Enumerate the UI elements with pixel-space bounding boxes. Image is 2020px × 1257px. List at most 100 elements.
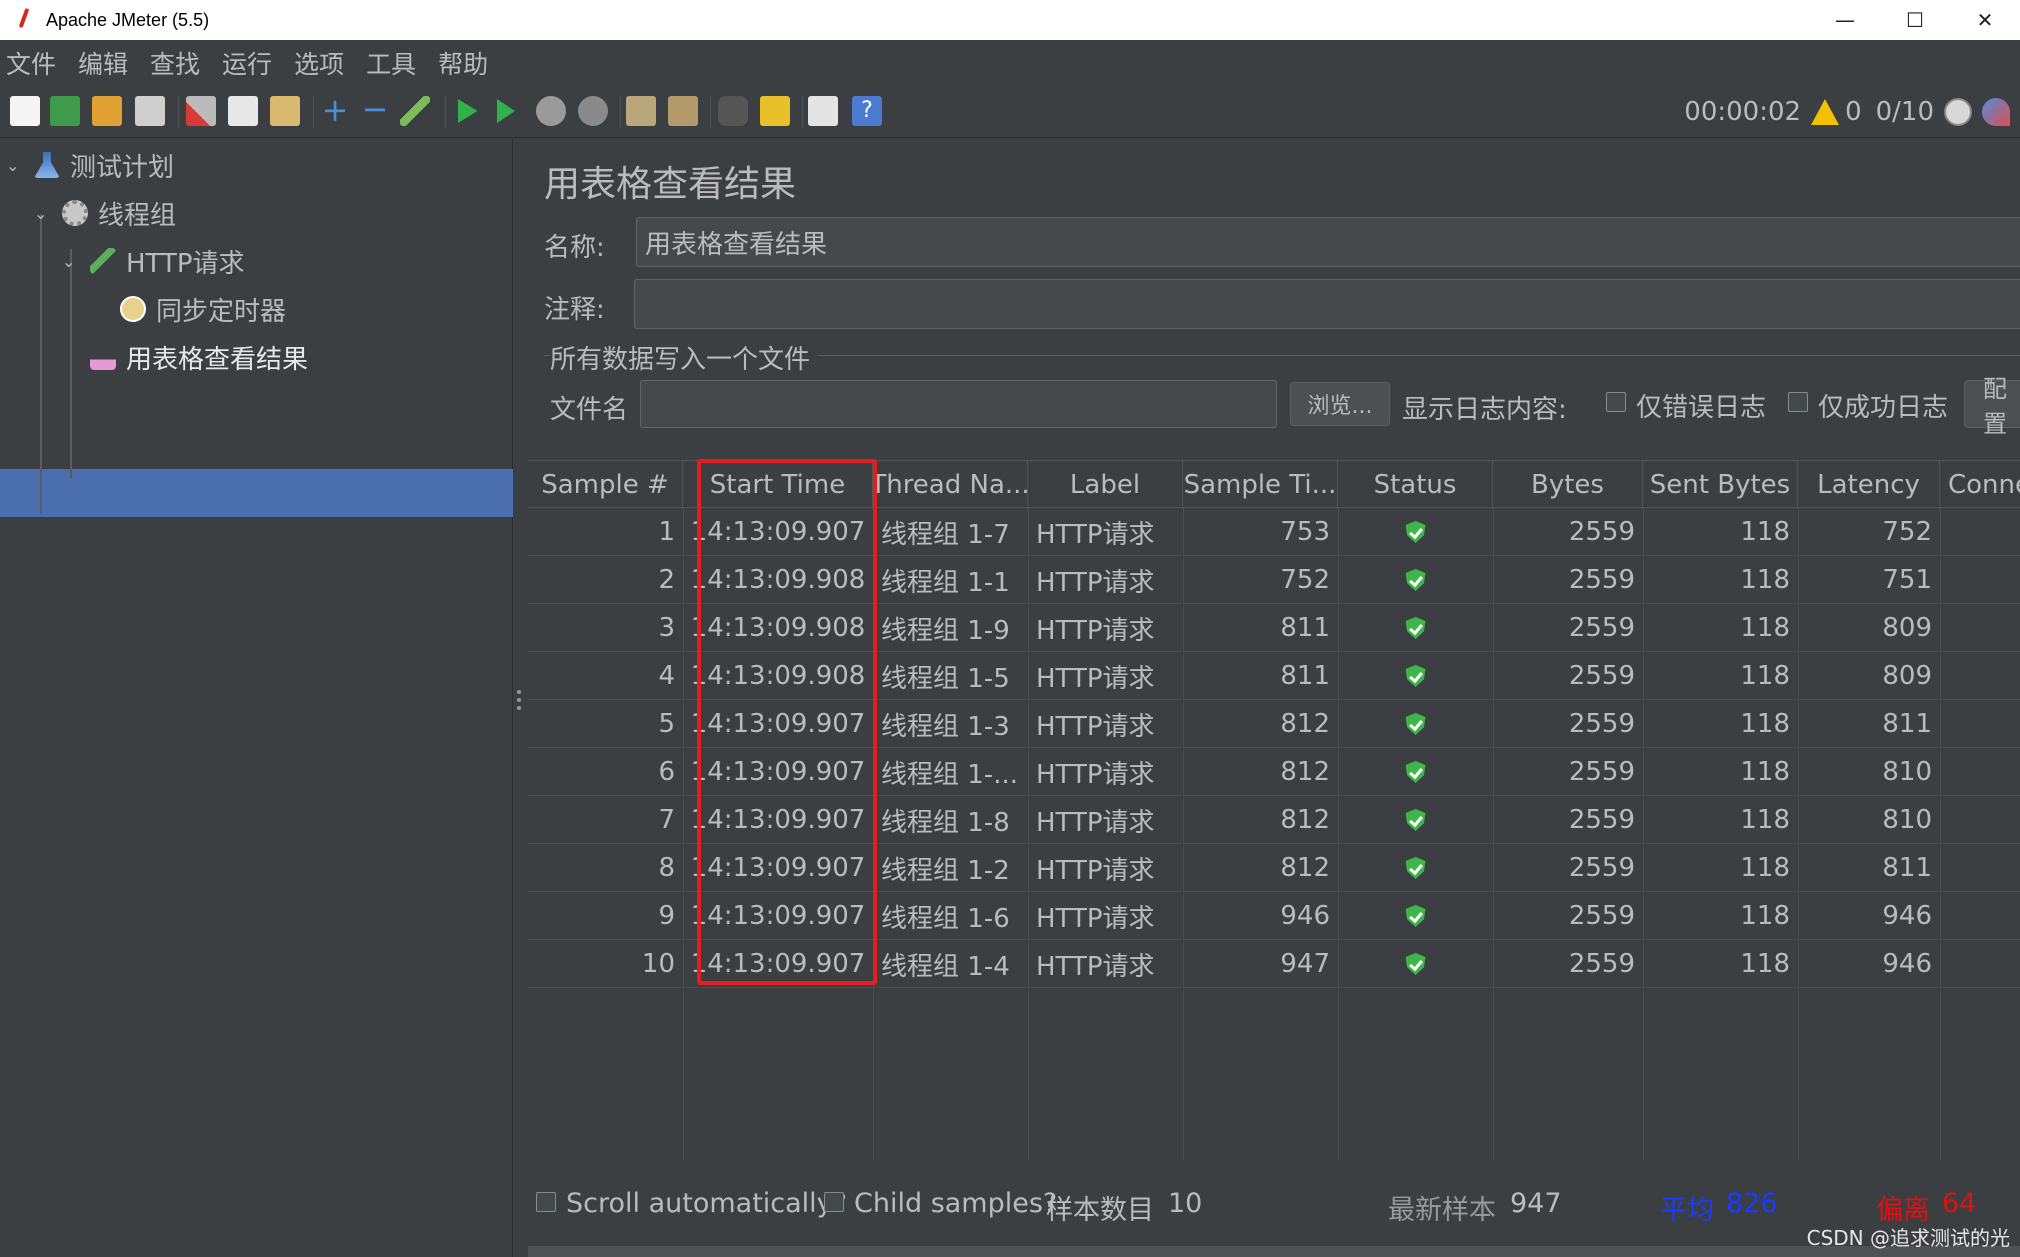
horizontal-scrollbar[interactable] <box>528 1246 2020 1257</box>
name-value: 用表格查看结果 <box>645 229 828 260</box>
timer-icon <box>120 296 146 322</box>
log-content-label: 显示日志内容: <box>1402 395 1567 425</box>
stop-icon[interactable] <box>536 96 566 126</box>
cell-thread-name: 线程组 1-... <box>881 759 1018 790</box>
tree-item-test-plan[interactable]: ⌄ 测试计划 <box>6 141 174 189</box>
tree-item-http-request[interactable]: ⌄ HTTP请求 <box>62 237 245 285</box>
remote-icon[interactable] <box>1982 98 2010 126</box>
col-sample-number[interactable]: Sample # <box>528 461 683 509</box>
cell-sent-bytes: 118 <box>1740 661 1790 691</box>
reset-search-icon[interactable] <box>760 96 790 126</box>
chevron-down-icon[interactable]: ⌄ <box>62 252 80 271</box>
col-sample-time[interactable]: Sample Ti... <box>1183 461 1338 509</box>
menu-file[interactable]: 文件 <box>6 45 56 81</box>
cell-latency: 809 <box>1882 613 1932 643</box>
menu-search[interactable]: 查找 <box>150 45 200 81</box>
cell-label: HTTP请求 <box>1036 951 1155 982</box>
col-thread-name[interactable]: Thread Na... <box>873 461 1028 509</box>
cell-label: HTTP请求 <box>1036 759 1155 790</box>
minimize-button[interactable]: — <box>1810 0 1880 40</box>
toggle-icon[interactable] <box>400 96 430 126</box>
cell-thread-name: 线程组 1-3 <box>881 711 1010 742</box>
scroll-auto-label: Scroll automatically? <box>566 1188 847 1219</box>
expand-icon[interactable]: + <box>320 94 350 126</box>
cell-sent-bytes: 118 <box>1740 517 1790 547</box>
cell-sample-time: 812 <box>1280 805 1330 835</box>
panel-title: 用表格查看结果 <box>544 164 797 205</box>
browse-button[interactable]: 浏览... <box>1290 382 1390 426</box>
sample-count-label: 样本数目 <box>1046 1195 1154 1226</box>
cell-sample-number: 6 <box>658 757 675 787</box>
cell-label: HTTP请求 <box>1036 519 1155 550</box>
close-button[interactable]: ✕ <box>1950 0 2020 40</box>
errors-only-checkbox[interactable] <box>1606 392 1626 412</box>
chevron-down-icon[interactable]: ⌄ <box>6 156 24 175</box>
cell-bytes: 2559 <box>1568 757 1635 787</box>
scroll-auto-checkbox[interactable] <box>536 1192 556 1212</box>
average-label: 平均 <box>1660 1195 1714 1226</box>
menu-tools[interactable]: 工具 <box>366 45 416 81</box>
child-samples-checkbox[interactable] <box>824 1192 844 1212</box>
tree-item-view-results-table[interactable]: 用表格查看结果 <box>90 333 308 381</box>
tree-item-thread-group[interactable]: ⌄ 线程组 <box>34 189 176 237</box>
start-no-pause-icon[interactable] <box>497 99 515 123</box>
cell-sent-bytes: 118 <box>1740 757 1790 787</box>
col-latency[interactable]: Latency <box>1798 461 1940 509</box>
cell-label: HTTP请求 <box>1036 807 1155 838</box>
paste-icon[interactable] <box>270 96 300 126</box>
collapse-icon[interactable]: − <box>360 93 390 126</box>
help-icon[interactable]: ? <box>852 96 882 126</box>
file-name-label: 文件名 <box>550 395 629 425</box>
success-only-checkbox[interactable] <box>1788 392 1808 412</box>
new-icon[interactable] <box>10 96 40 126</box>
clear-all-icon[interactable] <box>668 96 698 126</box>
cell-status <box>1338 844 1493 892</box>
clear-icon[interactable] <box>626 96 656 126</box>
latest-sample-label: 最新样本 <box>1388 1195 1496 1226</box>
cell-sample-time: 946 <box>1280 901 1330 931</box>
cell-latency: 811 <box>1882 853 1932 883</box>
chevron-down-icon[interactable]: ⌄ <box>34 204 52 223</box>
watermark: CSDN @追求测试的光 <box>1806 1226 2010 1250</box>
cell-sample-number: 4 <box>658 661 675 691</box>
cell-bytes: 2559 <box>1568 949 1635 979</box>
col-bytes[interactable]: Bytes <box>1493 461 1643 509</box>
cell-latency: 810 <box>1882 757 1932 787</box>
open-icon[interactable] <box>92 96 122 126</box>
thread-count: 0/10 <box>1875 97 1934 127</box>
cell-thread-name: 线程组 1-8 <box>881 807 1010 838</box>
cell-thread-name: 线程组 1-5 <box>881 663 1010 694</box>
warning-icon[interactable] <box>1811 99 1840 125</box>
cell-sent-bytes: 118 <box>1740 853 1790 883</box>
col-connect[interactable]: Conne <box>1940 461 2020 509</box>
cell-bytes: 2559 <box>1568 709 1635 739</box>
col-sent-bytes[interactable]: Sent Bytes <box>1643 461 1798 509</box>
file-name-field[interactable] <box>640 380 1277 428</box>
log-viewer-icon[interactable] <box>1944 98 1972 126</box>
start-icon[interactable] <box>458 99 478 123</box>
cut-icon[interactable] <box>186 96 216 126</box>
shutdown-icon[interactable] <box>578 96 608 126</box>
copy-icon[interactable] <box>228 96 258 126</box>
configure-button[interactable]: 配置 <box>1964 375 2020 438</box>
col-label[interactable]: Label <box>1028 461 1183 509</box>
menu-edit[interactable]: 编辑 <box>78 45 128 81</box>
tree-item-sync-timer[interactable]: 同步定时器 <box>120 285 286 333</box>
cell-sent-bytes: 118 <box>1740 613 1790 643</box>
comment-field[interactable] <box>634 279 2020 329</box>
function-helper-icon[interactable] <box>808 96 838 126</box>
gear-icon <box>62 200 88 226</box>
menu-options[interactable]: 选项 <box>294 45 344 81</box>
col-status[interactable]: Status <box>1338 461 1493 509</box>
menu-help[interactable]: 帮助 <box>438 45 488 81</box>
name-field[interactable]: 用表格查看结果 <box>636 217 2020 267</box>
maximize-button[interactable]: ☐ <box>1880 0 1950 40</box>
menu-run[interactable]: 运行 <box>222 45 272 81</box>
templates-icon[interactable] <box>50 96 80 126</box>
splitter-handle[interactable] <box>516 690 522 710</box>
cell-status <box>1338 892 1493 940</box>
save-icon[interactable] <box>135 96 165 126</box>
success-shield-icon <box>1405 713 1426 735</box>
cell-thread-name: 线程组 1-4 <box>881 951 1010 982</box>
search-icon[interactable] <box>718 96 748 126</box>
